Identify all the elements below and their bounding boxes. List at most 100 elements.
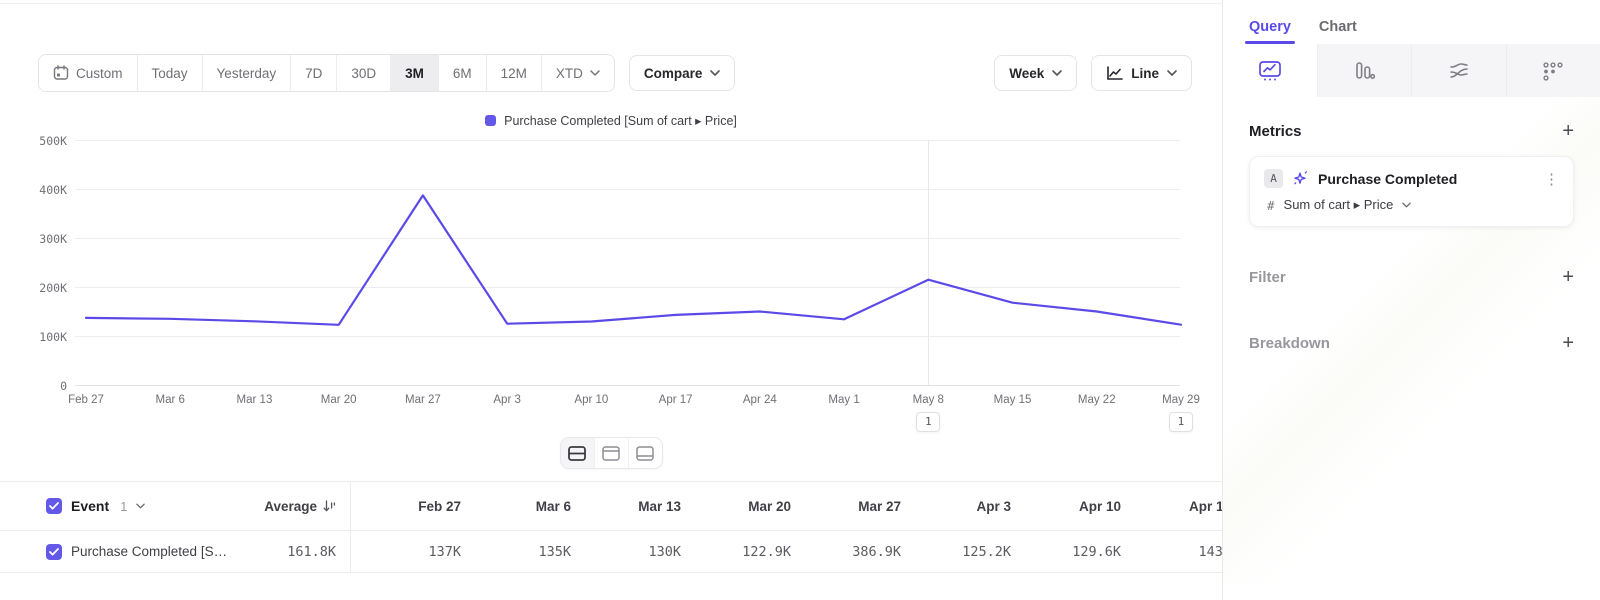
- gridline: [75, 385, 1180, 386]
- retention-dots-icon[interactable]: [1507, 44, 1600, 97]
- event-sparkle-icon: [1292, 170, 1309, 187]
- chevron-down-icon: [590, 70, 600, 76]
- date-range-7d[interactable]: 7D: [291, 55, 337, 91]
- date-range-yesterday[interactable]: Yesterday: [203, 55, 292, 91]
- value-cell: 129.6K: [1011, 544, 1121, 560]
- metric-card-main-row: A Purchase Completed ⋮: [1264, 169, 1559, 188]
- event-name-cell: Purchase Completed [Sum of cart ▸ Price]: [46, 544, 236, 560]
- numeric-hash-icon: #: [1267, 198, 1275, 213]
- x-axis-tick: Apr 24: [743, 394, 777, 406]
- plot-area[interactable]: 0100K200K300K400K500KFeb 27Mar 6Mar 13Ma…: [75, 140, 1180, 385]
- flow-icon[interactable]: [1412, 44, 1507, 97]
- chevron-down-icon: [1402, 202, 1411, 208]
- tab-chart[interactable]: Chart: [1319, 19, 1357, 44]
- date-range-12m[interactable]: 12M: [487, 55, 542, 91]
- value-cell: 137K: [351, 544, 461, 560]
- table-row[interactable]: Purchase Completed [Sum of cart ▸ Price]…: [0, 531, 1222, 573]
- tab-query[interactable]: Query: [1249, 19, 1291, 44]
- event-column-label: Event: [71, 498, 109, 514]
- results-table: Event 1 Average Feb 27Mar 6Mar 13Mar 20M…: [0, 481, 1222, 573]
- metric-event-name: Purchase Completed: [1318, 171, 1535, 187]
- layout-split-button[interactable]: [561, 438, 595, 468]
- query-builder-panel: Query Chart Metrics + A: [1222, 0, 1600, 600]
- date-range-selector: CustomTodayYesterday7D30D3M6M12MXTD: [38, 54, 615, 92]
- date-range-xtd[interactable]: XTD: [542, 55, 614, 91]
- breakdown-title: Breakdown: [1249, 335, 1330, 352]
- x-axis-tick: Mar 20: [321, 394, 357, 406]
- annotation-badge[interactable]: 1: [1169, 412, 1193, 432]
- y-axis-tick: 200K: [39, 281, 67, 295]
- x-axis-tick: Mar 27: [405, 394, 441, 406]
- compare-label: Compare: [644, 66, 703, 81]
- series-line: [75, 140, 1180, 385]
- chart-toolbar: CustomTodayYesterday7D30D3M6M12MXTD Comp…: [38, 54, 1192, 92]
- column-header[interactable]: Mar 6: [461, 499, 571, 514]
- annotation-badge[interactable]: 1: [916, 412, 940, 432]
- column-header[interactable]: Feb 27: [351, 499, 461, 514]
- layout-table-only-button[interactable]: [629, 438, 662, 468]
- add-metric-button[interactable]: +: [1562, 121, 1574, 141]
- metrics-title: Metrics: [1249, 123, 1302, 140]
- line-chart: 0100K200K300K400K500KFeb 27Mar 6Mar 13Ma…: [0, 140, 1222, 440]
- average-header-cell[interactable]: Average: [236, 499, 336, 514]
- y-axis-tick: 500K: [39, 134, 67, 148]
- column-header[interactable]: Apr 17: [1121, 499, 1231, 514]
- report-main-area: CustomTodayYesterday7D30D3M6M12MXTD Comp…: [0, 0, 1222, 600]
- chevron-down-icon: [1167, 70, 1177, 76]
- value-cell: 143K: [1121, 544, 1231, 560]
- granularity-button[interactable]: Week: [994, 55, 1077, 91]
- insights-line-icon[interactable]: [1223, 44, 1318, 97]
- column-header[interactable]: Mar 20: [681, 499, 791, 514]
- value-cell: 135K: [461, 544, 571, 560]
- compare-button[interactable]: Compare: [629, 55, 736, 91]
- date-range-30d[interactable]: 30D: [337, 55, 391, 91]
- date-range-3m[interactable]: 3M: [391, 55, 439, 91]
- value-cells: 137K135K130K122.9K386.9K125.2K129.6K143K: [350, 531, 1231, 572]
- average-value-cell: 161.8K: [236, 544, 336, 560]
- calendar-icon: [53, 65, 69, 81]
- column-header[interactable]: Apr 3: [901, 499, 1011, 514]
- date-range-custom[interactable]: Custom: [39, 55, 138, 91]
- event-count: 1: [120, 499, 127, 514]
- x-axis-tick: May 8: [913, 394, 944, 406]
- panel-tabs: Query Chart: [1223, 0, 1600, 44]
- chart-type-selector: [1223, 44, 1600, 97]
- line-chart-icon: [1106, 66, 1123, 81]
- table-header-row: Event 1 Average Feb 27Mar 6Mar 13Mar 20M…: [0, 482, 1222, 531]
- sort-descending-icon: [323, 500, 336, 513]
- legend-swatch: [485, 115, 496, 126]
- aggregation-label: Sum of cart ▸ Price: [1284, 197, 1394, 213]
- granularity-label: Week: [1009, 66, 1044, 81]
- column-header[interactable]: Mar 13: [571, 499, 681, 514]
- column-header[interactable]: Apr 10: [1011, 499, 1121, 514]
- layout-chart-only-button[interactable]: [595, 438, 629, 468]
- analytics-report-page: CustomTodayYesterday7D30D3M6M12MXTD Comp…: [0, 0, 1600, 600]
- metric-aggregation-row[interactable]: # Sum of cart ▸ Price: [1264, 197, 1559, 213]
- chevron-down-icon: [710, 70, 720, 76]
- kebab-menu-icon[interactable]: ⋮: [1544, 170, 1559, 188]
- chevron-down-icon: [1052, 70, 1062, 76]
- add-filter-button[interactable]: +: [1562, 267, 1574, 287]
- metric-card[interactable]: A Purchase Completed ⋮ # Sum of cart ▸ P…: [1249, 156, 1574, 227]
- x-axis-tick: Feb 27: [68, 394, 104, 406]
- select-all-checkbox[interactable]: [46, 498, 62, 514]
- date-range-6m[interactable]: 6M: [439, 55, 487, 91]
- toolbar-right-group: Week Line: [994, 55, 1192, 91]
- y-axis-tick: 300K: [39, 232, 67, 246]
- chart-style-button[interactable]: Line: [1091, 55, 1192, 91]
- query-builder-body: Metrics + A Purchase Completed ⋮ # Sum o…: [1223, 97, 1600, 585]
- date-range-today[interactable]: Today: [138, 55, 203, 91]
- x-axis-tick: Mar 13: [237, 394, 273, 406]
- layout-toggle-pill: [560, 437, 663, 469]
- y-axis-tick: 100K: [39, 330, 67, 344]
- x-axis-tick: Apr 17: [659, 394, 693, 406]
- x-axis-tick: May 1: [828, 394, 859, 406]
- column-header[interactable]: Mar 27: [791, 499, 901, 514]
- y-axis-tick: 0: [60, 379, 67, 393]
- chevron-down-icon[interactable]: [136, 503, 145, 509]
- add-breakdown-button[interactable]: +: [1562, 333, 1574, 353]
- value-cell: 125.2K: [901, 544, 1011, 560]
- row-checkbox[interactable]: [46, 544, 62, 560]
- chart-legend[interactable]: Purchase Completed [Sum of cart ▸ Price]: [0, 113, 1222, 128]
- bar-chart-icon[interactable]: [1318, 44, 1413, 97]
